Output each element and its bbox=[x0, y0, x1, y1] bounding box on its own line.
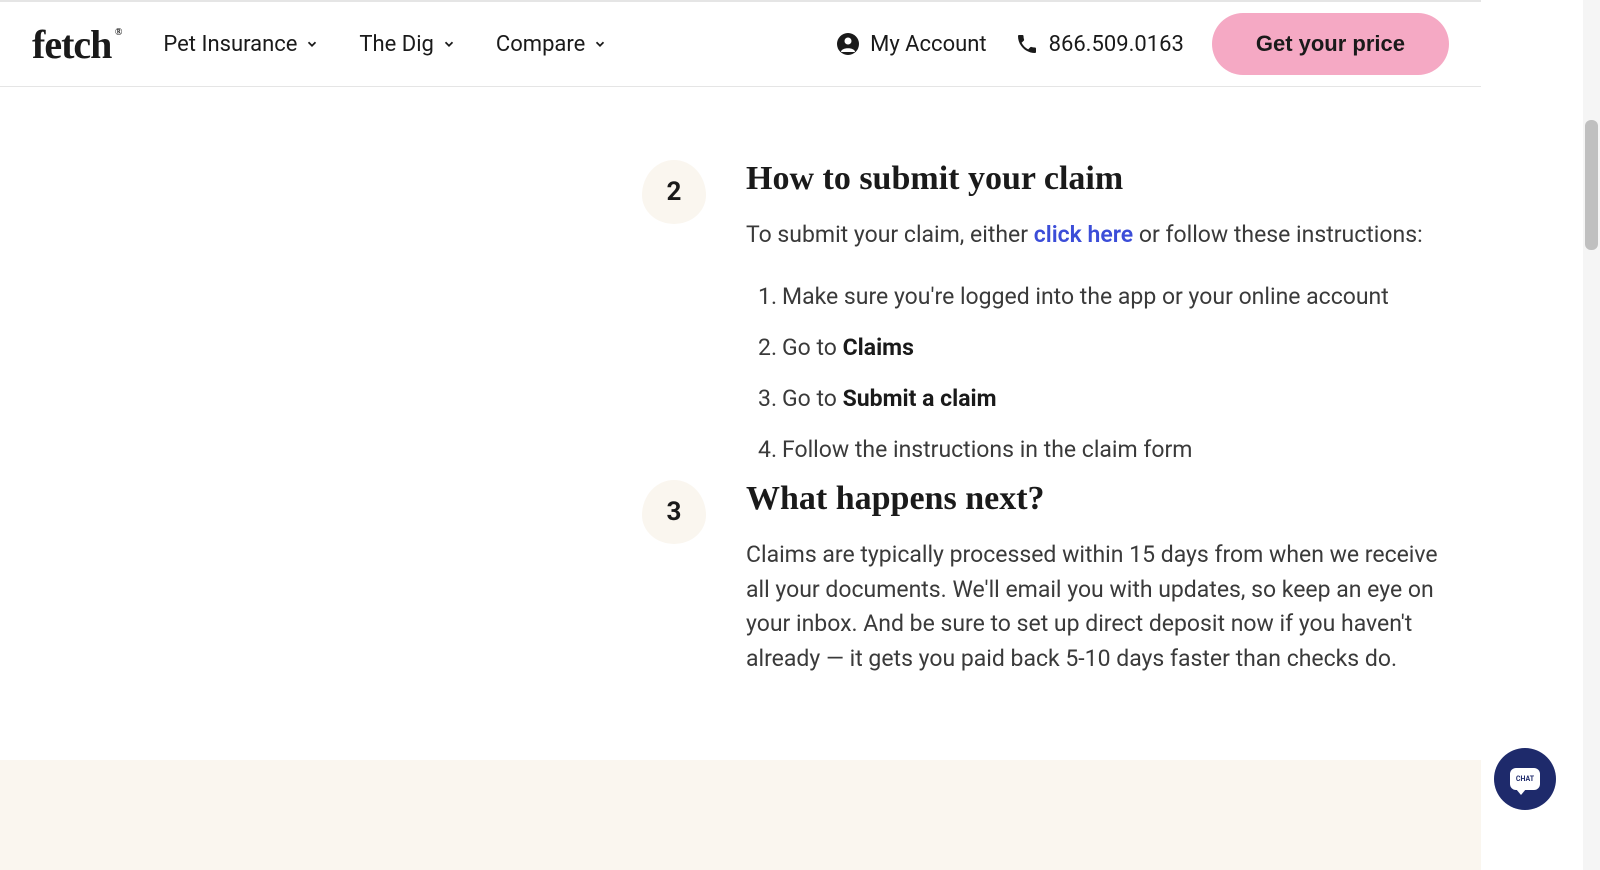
site-header: fetch Pet Insurance The Dig Compare My A… bbox=[0, 0, 1481, 87]
chevron-down-icon bbox=[593, 37, 607, 51]
chevron-down-icon bbox=[305, 37, 319, 51]
nav-label: The Dig bbox=[359, 32, 434, 57]
list-item-bold: Claims bbox=[843, 334, 914, 361]
step-2-section: 2 How to submit your claim To submit you… bbox=[642, 160, 1423, 481]
chat-icon: CHAT bbox=[1510, 768, 1540, 790]
scrollbar[interactable] bbox=[1583, 0, 1600, 870]
nav-pet-insurance[interactable]: Pet Insurance bbox=[163, 32, 319, 57]
step-2-intro: To submit your claim, either click here … bbox=[746, 218, 1423, 253]
list-item: Go to Claims bbox=[758, 328, 1423, 367]
chat-button[interactable]: CHAT bbox=[1494, 748, 1556, 810]
nav-label: Pet Insurance bbox=[163, 32, 297, 57]
list-item-text: Follow the instructions in the claim for… bbox=[782, 436, 1192, 463]
step-2-badge: 2 bbox=[642, 160, 706, 224]
logo[interactable]: fetch bbox=[32, 21, 111, 68]
chevron-down-icon bbox=[442, 37, 456, 51]
list-item-prefix: Go to bbox=[782, 334, 843, 361]
step-3-body: Claims are typically processed within 15… bbox=[746, 538, 1466, 676]
get-your-price-button[interactable]: Get your price bbox=[1212, 13, 1449, 75]
nav-label: Compare bbox=[496, 32, 585, 57]
list-item-text: Make sure you're logged into the app or … bbox=[782, 283, 1389, 310]
bottom-section bbox=[0, 760, 1481, 870]
phone-link[interactable]: 866.509.0163 bbox=[1015, 32, 1184, 57]
nav-menu: Pet Insurance The Dig Compare bbox=[163, 32, 836, 57]
step-2-title: How to submit your claim bbox=[746, 160, 1423, 198]
nav-the-dig[interactable]: The Dig bbox=[359, 32, 456, 57]
scrollbar-thumb[interactable] bbox=[1585, 120, 1598, 250]
step-2-list: Make sure you're logged into the app or … bbox=[746, 277, 1423, 469]
phone-number: 866.509.0163 bbox=[1049, 32, 1184, 57]
step-3-section: 3 What happens next? Claims are typicall… bbox=[642, 480, 1466, 676]
step-3-title: What happens next? bbox=[746, 480, 1466, 518]
list-item: Go to Submit a claim bbox=[758, 379, 1423, 418]
list-item: Make sure you're logged into the app or … bbox=[758, 277, 1423, 316]
click-here-link[interactable]: click here bbox=[1034, 221, 1133, 248]
intro-text-after: or follow these instructions: bbox=[1133, 221, 1422, 248]
step-3-content: What happens next? Claims are typically … bbox=[746, 480, 1466, 676]
intro-text-before: To submit your claim, either bbox=[746, 221, 1034, 248]
step-3-badge: 3 bbox=[642, 480, 706, 544]
header-right: My Account 866.509.0163 Get your price bbox=[836, 13, 1449, 75]
account-icon bbox=[836, 32, 860, 56]
nav-compare[interactable]: Compare bbox=[496, 32, 607, 57]
list-item-prefix: Go to bbox=[782, 385, 843, 412]
list-item: Follow the instructions in the claim for… bbox=[758, 430, 1423, 469]
phone-icon bbox=[1015, 32, 1039, 56]
step-2-content: How to submit your claim To submit your … bbox=[746, 160, 1423, 481]
list-item-bold: Submit a claim bbox=[843, 385, 997, 412]
my-account-link[interactable]: My Account bbox=[836, 32, 986, 57]
account-label: My Account bbox=[870, 32, 986, 57]
